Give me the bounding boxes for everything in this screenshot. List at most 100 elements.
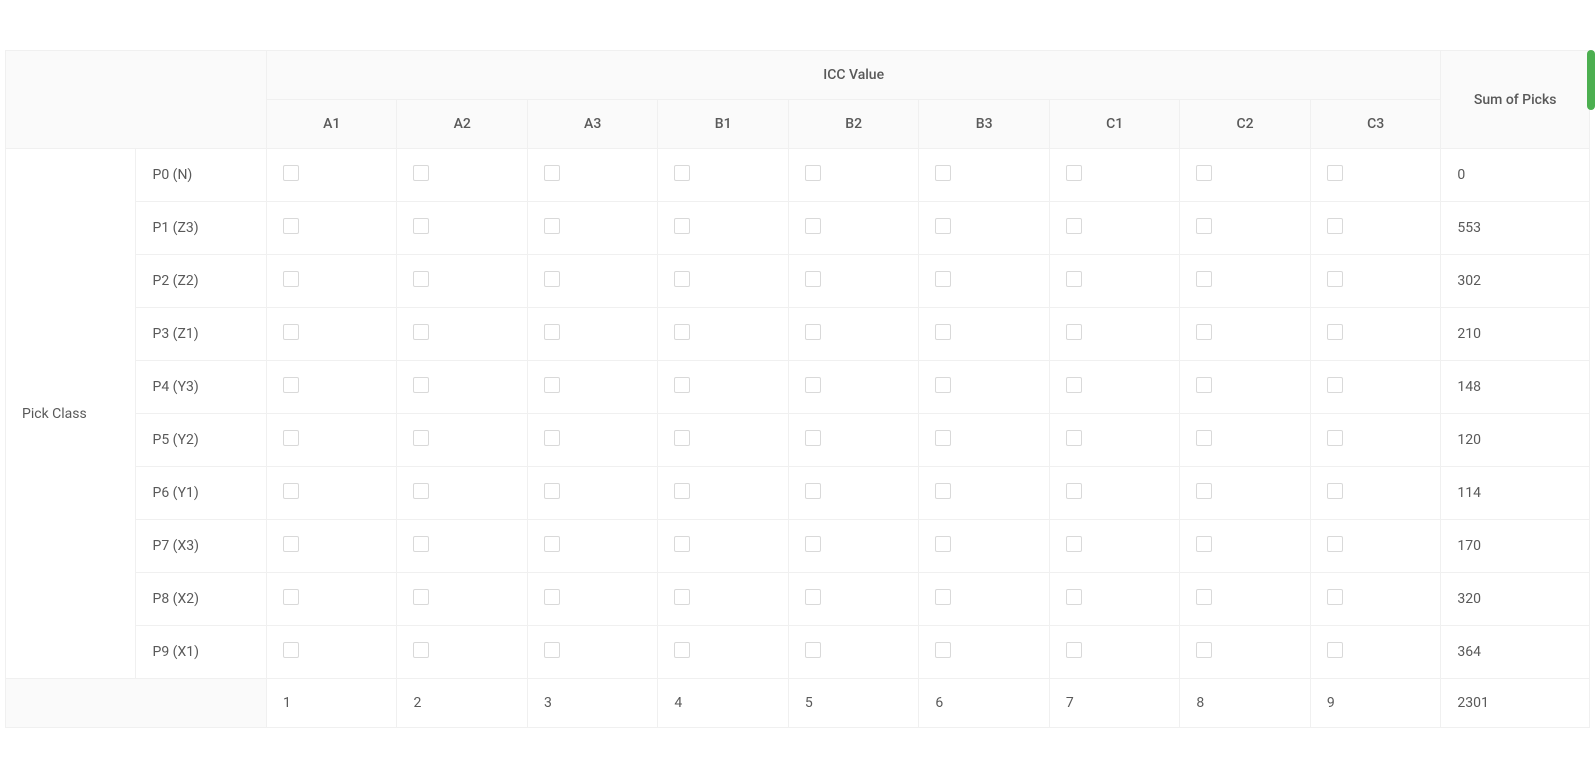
checkbox[interactable] — [283, 218, 299, 234]
checkbox[interactable] — [1327, 377, 1343, 393]
checkbox[interactable] — [413, 165, 429, 181]
checkbox[interactable] — [413, 589, 429, 605]
checkbox[interactable] — [1066, 165, 1082, 181]
checkbox[interactable] — [1066, 271, 1082, 287]
checkbox[interactable] — [935, 589, 951, 605]
checkbox[interactable] — [283, 430, 299, 446]
checkbox[interactable] — [413, 324, 429, 340]
checkbox[interactable] — [935, 642, 951, 658]
checkbox[interactable] — [544, 430, 560, 446]
checkbox[interactable] — [544, 483, 560, 499]
checkbox[interactable] — [805, 271, 821, 287]
checkbox[interactable] — [1066, 324, 1082, 340]
checkbox[interactable] — [805, 589, 821, 605]
checkbox[interactable] — [413, 483, 429, 499]
checkbox[interactable] — [805, 642, 821, 658]
checkbox[interactable] — [1327, 271, 1343, 287]
checkbox[interactable] — [283, 377, 299, 393]
col-header-b3[interactable]: B3 — [919, 100, 1049, 149]
checkbox[interactable] — [1066, 430, 1082, 446]
checkbox[interactable] — [1196, 218, 1212, 234]
checkbox[interactable] — [674, 483, 690, 499]
checkbox[interactable] — [935, 218, 951, 234]
checkbox[interactable] — [935, 324, 951, 340]
checkbox[interactable] — [1327, 536, 1343, 552]
checkbox[interactable] — [544, 218, 560, 234]
checkbox[interactable] — [935, 430, 951, 446]
scrollbar-thumb[interactable] — [1587, 50, 1595, 110]
checkbox[interactable] — [805, 483, 821, 499]
checkbox[interactable] — [1196, 536, 1212, 552]
checkbox[interactable] — [1327, 430, 1343, 446]
checkbox[interactable] — [935, 165, 951, 181]
checkbox[interactable] — [1196, 430, 1212, 446]
checkbox[interactable] — [1196, 324, 1212, 340]
checkbox[interactable] — [805, 324, 821, 340]
checkbox[interactable] — [805, 165, 821, 181]
checkbox[interactable] — [544, 377, 560, 393]
checkbox[interactable] — [283, 483, 299, 499]
checkbox[interactable] — [544, 165, 560, 181]
checkbox[interactable] — [544, 324, 560, 340]
checkbox[interactable] — [1066, 377, 1082, 393]
checkbox[interactable] — [413, 377, 429, 393]
checkbox[interactable] — [805, 218, 821, 234]
checkbox[interactable] — [674, 218, 690, 234]
checkbox[interactable] — [413, 271, 429, 287]
checkbox[interactable] — [1327, 324, 1343, 340]
checkbox[interactable] — [283, 589, 299, 605]
checkbox[interactable] — [283, 271, 299, 287]
checkbox[interactable] — [1196, 377, 1212, 393]
checkbox[interactable] — [1196, 165, 1212, 181]
checkbox[interactable] — [1066, 536, 1082, 552]
checkbox[interactable] — [544, 589, 560, 605]
col-header-c3[interactable]: C3 — [1310, 100, 1441, 149]
checkbox[interactable] — [1327, 165, 1343, 181]
checkbox[interactable] — [544, 271, 560, 287]
checkbox[interactable] — [674, 536, 690, 552]
checkbox[interactable] — [283, 536, 299, 552]
checkbox[interactable] — [413, 642, 429, 658]
checkbox[interactable] — [283, 165, 299, 181]
checkbox[interactable] — [1327, 589, 1343, 605]
checkbox[interactable] — [935, 483, 951, 499]
checkbox[interactable] — [1066, 218, 1082, 234]
col-header-a2[interactable]: A2 — [397, 100, 527, 149]
checkbox[interactable] — [674, 430, 690, 446]
col-header-a3[interactable]: A3 — [527, 100, 657, 149]
col-header-a1[interactable]: A1 — [266, 100, 396, 149]
checkbox[interactable] — [1196, 589, 1212, 605]
checkbox[interactable] — [674, 642, 690, 658]
checkbox[interactable] — [674, 271, 690, 287]
checkbox[interactable] — [1196, 642, 1212, 658]
col-header-c2[interactable]: C2 — [1180, 100, 1310, 149]
checkbox[interactable] — [935, 377, 951, 393]
checkbox[interactable] — [805, 377, 821, 393]
checkbox[interactable] — [1196, 271, 1212, 287]
col-header-b1[interactable]: B1 — [658, 100, 788, 149]
checkbox[interactable] — [283, 324, 299, 340]
col-header-b2[interactable]: B2 — [788, 100, 918, 149]
checkbox[interactable] — [805, 430, 821, 446]
checkbox[interactable] — [935, 271, 951, 287]
checkbox[interactable] — [283, 642, 299, 658]
checkbox[interactable] — [1327, 218, 1343, 234]
checkbox[interactable] — [544, 642, 560, 658]
checkbox[interactable] — [674, 165, 690, 181]
checkbox[interactable] — [805, 536, 821, 552]
checkbox[interactable] — [413, 536, 429, 552]
checkbox[interactable] — [413, 218, 429, 234]
checkbox[interactable] — [544, 536, 560, 552]
checkbox[interactable] — [1196, 483, 1212, 499]
checkbox[interactable] — [1327, 483, 1343, 499]
checkbox[interactable] — [935, 536, 951, 552]
col-header-c1[interactable]: C1 — [1049, 100, 1179, 149]
checkbox[interactable] — [1066, 642, 1082, 658]
checkbox[interactable] — [674, 377, 690, 393]
checkbox[interactable] — [674, 324, 690, 340]
checkbox[interactable] — [1066, 589, 1082, 605]
checkbox[interactable] — [1327, 642, 1343, 658]
checkbox[interactable] — [1066, 483, 1082, 499]
checkbox[interactable] — [413, 430, 429, 446]
checkbox[interactable] — [674, 589, 690, 605]
